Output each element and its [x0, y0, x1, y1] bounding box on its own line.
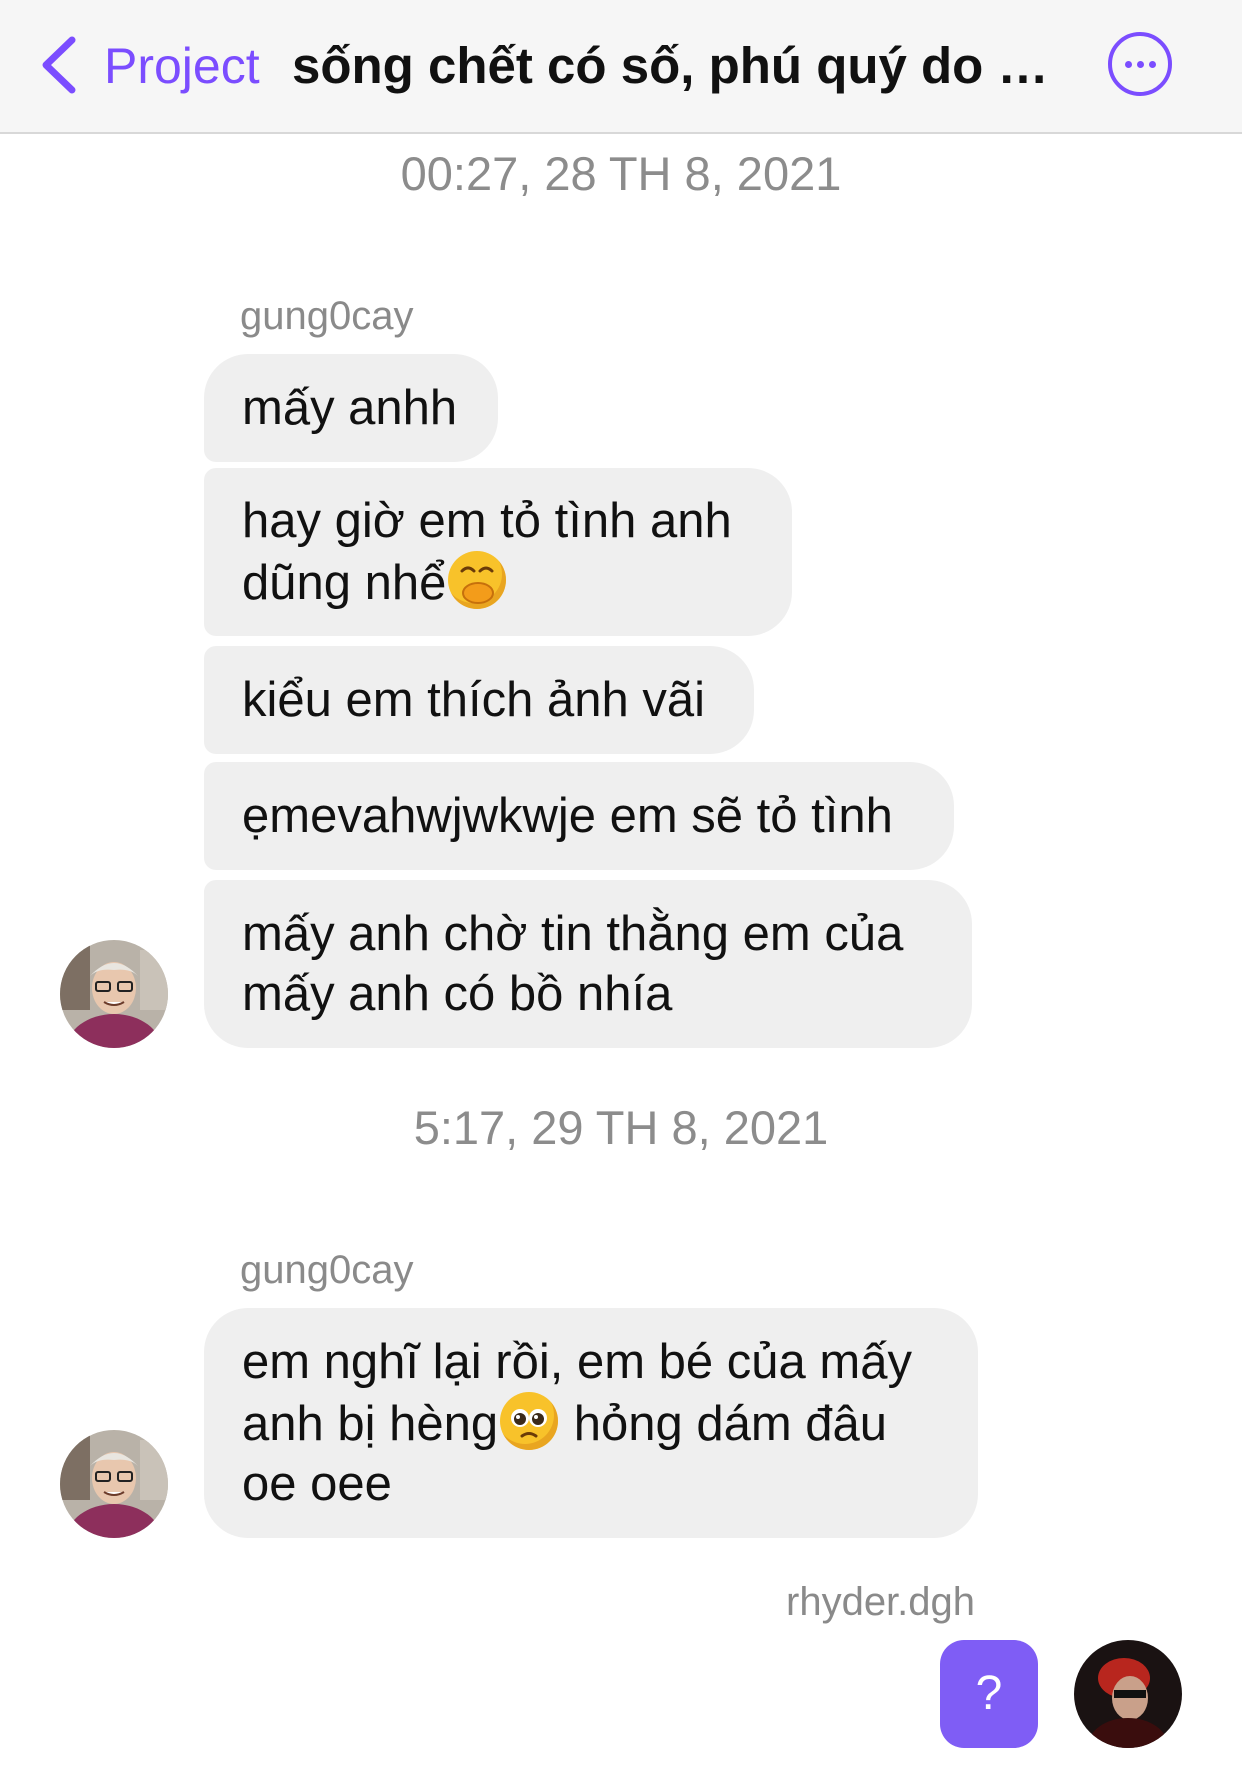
back-label[interactable]: Project: [104, 36, 260, 96]
message-text: em nghĩ lại rồi, em bé của mấy anh bị hè…: [242, 1332, 940, 1514]
timestamp: 00:27, 28 TH 8, 2021: [400, 147, 842, 200]
message-text: ẹmevahwjwkwje em sẽ tỏ tình: [242, 789, 893, 843]
message-bubble[interactable]: em nghĩ lại rồi, em bé của mấy anh bị hè…: [204, 1308, 978, 1538]
outgoing-message-bubble[interactable]: ?: [940, 1640, 1038, 1748]
message-text: mấy anhh: [242, 381, 458, 435]
message-text: kiểu em thích ảnh vãi: [242, 673, 706, 727]
avatar[interactable]: [60, 1430, 168, 1538]
more-options-button[interactable]: [1108, 32, 1172, 96]
message-text: hay giờ em tỏ tình anh dũng nhể: [242, 491, 754, 613]
sender-name: gung0cay: [240, 294, 414, 338]
chat-title[interactable]: sống chết có số, phú quý do t...: [292, 34, 1052, 98]
sender-name: rhyder.dgh: [786, 1580, 976, 1624]
message-bubble[interactable]: ẹmevahwjwkwje em sẽ tỏ tình: [204, 762, 954, 870]
pleading-face-emoji: [500, 1392, 559, 1450]
back-button[interactable]: [36, 32, 92, 98]
timestamp: 5:17, 29 TH 8, 2021: [413, 1101, 829, 1154]
avatar[interactable]: [60, 940, 168, 1048]
avatar[interactable]: [1074, 1640, 1182, 1748]
chevron-left-icon: [42, 36, 76, 94]
message-text: mấy anh chờ tin thằng em của mấy anh có …: [242, 907, 904, 1021]
hand-over-mouth-emoji: [448, 551, 507, 609]
message-bubble[interactable]: mấy anh chờ tin thằng em của mấy anh có …: [204, 880, 972, 1048]
message-bubble[interactable]: mấy anhh: [204, 354, 498, 462]
message-bubble[interactable]: kiểu em thích ảnh vãi: [204, 646, 754, 754]
chat-header: Project sống chết có số, phú quý do t...: [0, 0, 1242, 134]
sender-name: gung0cay: [240, 1248, 414, 1292]
message-bubble[interactable]: hay giờ em tỏ tình anh dũng nhể: [204, 468, 792, 636]
